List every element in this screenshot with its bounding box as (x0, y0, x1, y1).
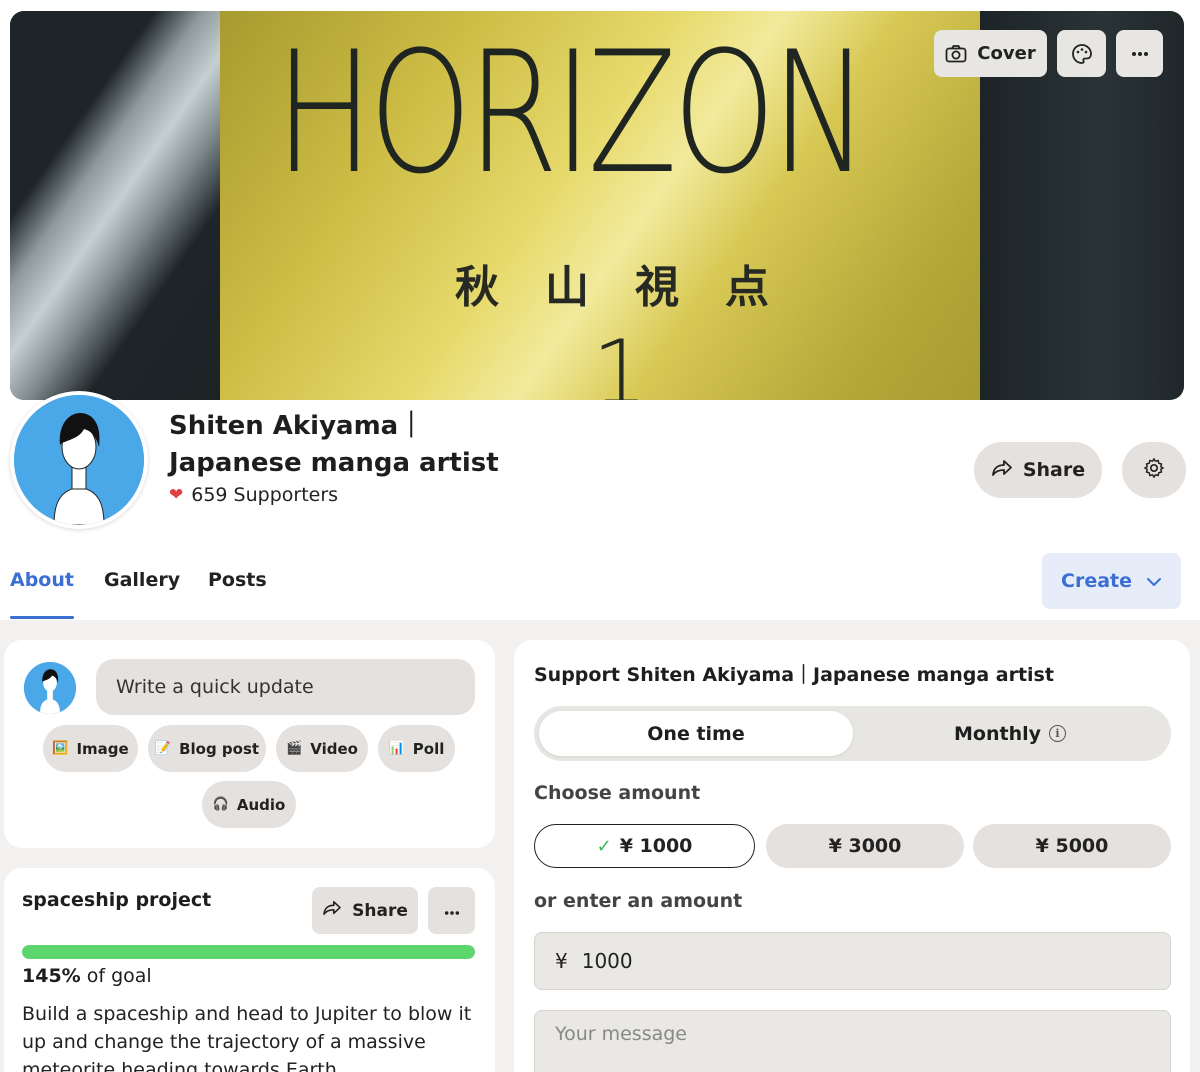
chip-blog-post[interactable]: 📝 Blog post (148, 725, 266, 772)
amount-label: ¥ 3000 (828, 835, 902, 857)
cover-volume: 1 (592, 321, 648, 401)
cover-button-label: Cover (977, 43, 1036, 64)
image-icon: 🖼️ (52, 741, 69, 756)
user-avatar (22, 660, 78, 716)
bar-chart-icon: 📊 (388, 741, 405, 756)
goal-progress-bar (22, 945, 475, 959)
supporters-count: ❤ 659 Supporters (169, 484, 338, 506)
share-goal-button[interactable]: Share (312, 887, 418, 934)
goal-title: spaceship project (22, 889, 212, 911)
cover-denim-area (10, 11, 220, 400)
amount-option-1000[interactable]: ✓ ¥ 1000 (534, 824, 755, 868)
palette-icon (1071, 43, 1093, 65)
profile-name: Shiten Akiyama｜Japanese manga artist (169, 411, 499, 478)
enter-amount-label: or enter an amount (534, 890, 743, 912)
one-time-option[interactable]: One time (539, 711, 853, 756)
info-icon[interactable]: i (1049, 725, 1066, 742)
amount-label: ¥ 5000 (1035, 835, 1109, 857)
chip-label: Poll (412, 739, 445, 758)
avatar-illustration-icon (24, 662, 76, 714)
amount-label: ¥ 1000 (619, 835, 693, 857)
camera-icon (945, 44, 967, 64)
chip-label: Image (76, 739, 129, 758)
supporters-label: 659 Supporters (191, 484, 339, 506)
avatar-illustration-icon (14, 395, 144, 525)
goal-percent-value: 145% (22, 965, 81, 987)
chip-image[interactable]: 🖼️ Image (43, 725, 138, 772)
support-title: Support Shiten Akiyama｜Japanese manga ar… (534, 664, 1054, 686)
ellipsis-icon (1131, 51, 1149, 57)
choose-amount-label: Choose amount (534, 782, 701, 804)
ellipsis-icon (444, 901, 460, 921)
amount-option-3000[interactable]: ¥ 3000 (766, 824, 964, 868)
chip-label: Video (310, 739, 358, 758)
heart-icon: ❤ (169, 485, 184, 505)
check-icon: ✓ (596, 835, 612, 857)
tab-about[interactable]: About (10, 569, 74, 591)
goal-progress-fill (22, 945, 475, 959)
amount-input[interactable]: ¥ 1000 (534, 932, 1171, 990)
quick-update-input[interactable]: Write a quick update (96, 659, 475, 715)
share-label: Share (352, 900, 408, 921)
chip-video[interactable]: 🎬 Video (276, 725, 368, 772)
goal-description: Build a spaceship and head to Jupiter to… (22, 1003, 472, 1072)
monthly-option[interactable]: Monthly i (853, 711, 1167, 756)
cover-title: HORIZON (275, 15, 869, 211)
more-options-button[interactable] (1116, 30, 1163, 77)
headphones-icon: 🎧 (212, 797, 229, 812)
tab-gallery[interactable]: Gallery (104, 569, 180, 591)
share-icon (991, 459, 1013, 482)
share-icon (322, 900, 342, 921)
goal-more-button[interactable] (428, 887, 475, 934)
monthly-label: Monthly (954, 722, 1041, 745)
gear-icon (1143, 457, 1165, 484)
message-input[interactable]: Your message (534, 1010, 1171, 1072)
tab-posts[interactable]: Posts (208, 569, 267, 591)
chip-poll[interactable]: 📊 Poll (378, 725, 455, 772)
clapper-icon: 🎬 (286, 741, 303, 756)
goal-percentage: 145% of goal (22, 965, 152, 987)
profile-settings-button[interactable] (1122, 442, 1186, 498)
palette-button[interactable] (1057, 30, 1106, 77)
chip-label: Blog post (179, 739, 260, 758)
share-label: Share (1022, 459, 1086, 481)
create-button[interactable]: Create (1042, 553, 1181, 609)
change-cover-button[interactable]: Cover (934, 30, 1047, 77)
create-label: Create (1061, 570, 1132, 592)
memo-icon: 📝 (154, 741, 172, 756)
active-tab-indicator (10, 616, 74, 619)
goal-percent-suffix: of goal (80, 965, 152, 987)
currency-symbol: ¥ (555, 949, 568, 973)
amount-value: 1000 (581, 949, 633, 973)
profile-avatar[interactable] (10, 391, 148, 529)
cover-subtitle: 秋山視点 (455, 262, 815, 313)
chip-label: Audio (236, 795, 286, 814)
amount-option-5000[interactable]: ¥ 5000 (973, 824, 1171, 868)
share-profile-button[interactable]: Share (974, 442, 1102, 498)
chip-audio[interactable]: 🎧 Audio (202, 781, 296, 828)
chevron-down-icon (1146, 570, 1162, 592)
